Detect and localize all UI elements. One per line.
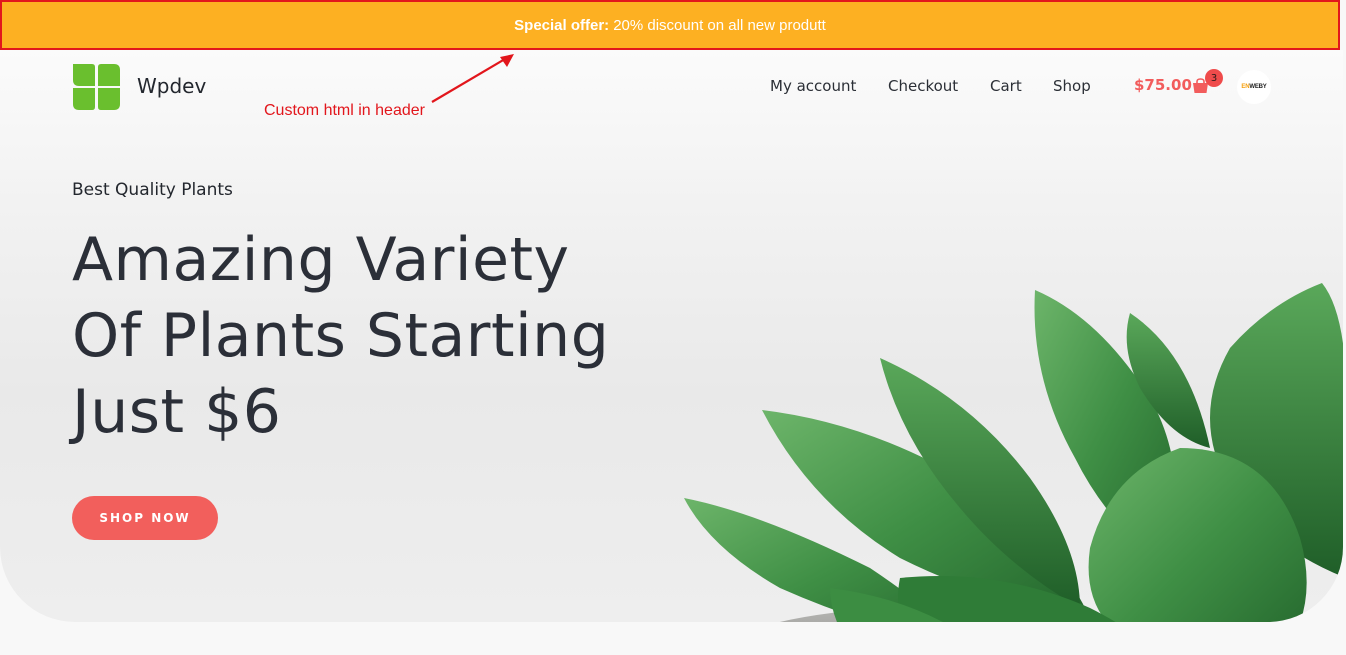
cart-total[interactable]: $75.00 [1134,76,1192,94]
succulent-plant-image [684,283,1343,622]
wpdev-logo-icon[interactable] [73,64,120,110]
nav-checkout[interactable]: Checkout [888,77,958,95]
shop-now-button[interactable]: SHOP NOW [72,496,218,540]
nav-cart[interactable]: Cart [990,77,1022,95]
hero-headline-line: Just $6 [72,377,282,447]
hero-eyebrow: Best Quality Plants [72,180,233,200]
annotation-arrow-icon [431,54,514,103]
special-offer-bar: Special offer: 20% discount on all new p… [0,0,1340,50]
hero-headline-line: Amazing Variety [72,225,570,295]
annotation-label: Custom html in header [264,102,425,119]
user-avatar[interactable]: EN WEBY [1237,70,1271,104]
avatar-text: WEBY [1249,84,1267,90]
nav-my-account[interactable]: My account [770,77,856,95]
hero-headline: Amazing Variety Of Plants Starting Just … [72,222,692,450]
avatar-accent-text: EN [1241,84,1250,90]
cart-count-badge: 3 [1205,69,1223,87]
hero-headline-line: Of Plants Starting [72,301,610,371]
special-offer-label: Special offer: [514,16,610,34]
special-offer-text: 20% discount on all new produtt [613,16,826,34]
site-title[interactable]: Wpdev [137,74,206,98]
nav-shop[interactable]: Shop [1053,77,1091,95]
